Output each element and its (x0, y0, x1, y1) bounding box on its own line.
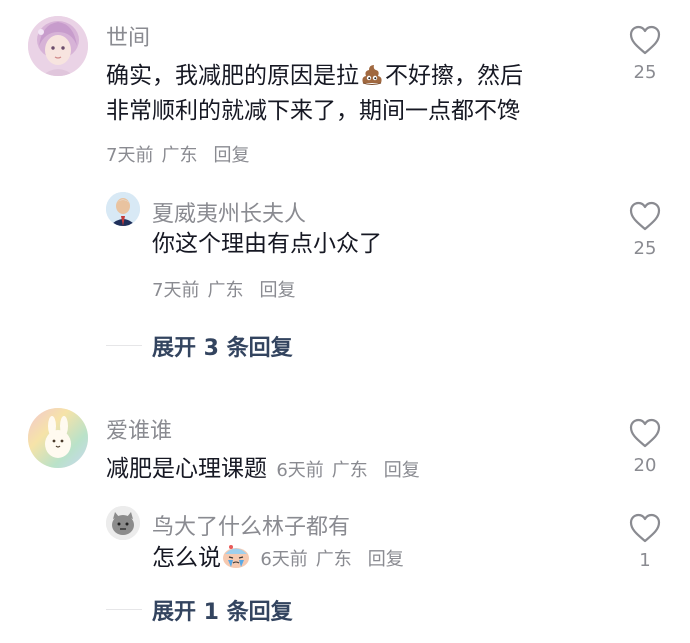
like-button[interactable]: 25 (620, 200, 670, 259)
reply-button[interactable]: 回复 (259, 280, 295, 301)
comment-text-part: 不好擦，然后 (385, 63, 523, 89)
reply-location: 广东 (207, 280, 244, 301)
comment-text: 减肥是心理课题 (106, 456, 267, 482)
comment-meta: 6天前 广东 回复 (276, 460, 419, 481)
reply-meta: 7天前 广东 回复 (152, 276, 295, 302)
reply-username[interactable]: 夏威夷州长夫人 (152, 196, 306, 228)
comment-text-part: 确实，我减肥的原因是拉 (106, 63, 359, 89)
comment-meta: 7天前 广东 回复 (106, 141, 249, 167)
heart-icon (629, 418, 661, 448)
like-button[interactable]: 25 (620, 24, 670, 83)
like-count: 25 (633, 62, 657, 83)
reply-text-with-meta: 怎么说 6天前 广东 回复 (152, 540, 404, 581)
reply-username[interactable]: 鸟大了什么林子都有 (152, 509, 350, 541)
expand-divider (106, 609, 142, 610)
comment-time: 6天前 (276, 460, 324, 481)
reply-time: 6天前 (260, 549, 308, 570)
expand-replies-button[interactable]: 展开 1 条回复 (152, 594, 293, 626)
heart-icon (629, 25, 661, 55)
comment-time: 7天前 (106, 145, 154, 166)
reply-text: 你这个理由有点小众了 (152, 231, 382, 257)
like-count: 25 (633, 238, 657, 259)
like-count: 1 (639, 550, 651, 571)
reply-time: 7天前 (152, 280, 200, 301)
comment-text-line2: 非常顺利的就减下来了，期间一点都不馋 (106, 98, 520, 124)
avatar[interactable] (28, 16, 88, 76)
like-button[interactable]: 20 (620, 417, 670, 476)
reply-button[interactable]: 回复 (384, 460, 420, 481)
comment-location: 广东 (161, 145, 198, 166)
reply-location: 广东 (315, 549, 352, 570)
reply-meta: 6天前 广东 回复 (260, 549, 403, 570)
expand-divider (106, 345, 142, 346)
comment-location: 广东 (331, 460, 368, 481)
comment-username[interactable]: 世间 (106, 20, 150, 52)
reply-text: 怎么说 (152, 545, 221, 571)
heart-icon (629, 513, 661, 543)
heart-icon (629, 201, 661, 231)
avatar[interactable] (28, 408, 88, 468)
like-button[interactable]: 1 (620, 512, 670, 571)
reply-button[interactable]: 回复 (213, 145, 249, 166)
expand-replies-button[interactable]: 展开 3 条回复 (152, 330, 293, 362)
avatar[interactable] (106, 192, 140, 226)
like-count: 20 (633, 455, 657, 476)
sweating-face-emoji-icon (221, 543, 251, 581)
avatar[interactable] (106, 506, 140, 540)
comment-username[interactable]: 爱谁谁 (106, 413, 172, 445)
comment-text-with-meta: 减肥是心理课题 6天前 广东 回复 (106, 451, 420, 489)
reply-button[interactable]: 回复 (368, 549, 404, 570)
